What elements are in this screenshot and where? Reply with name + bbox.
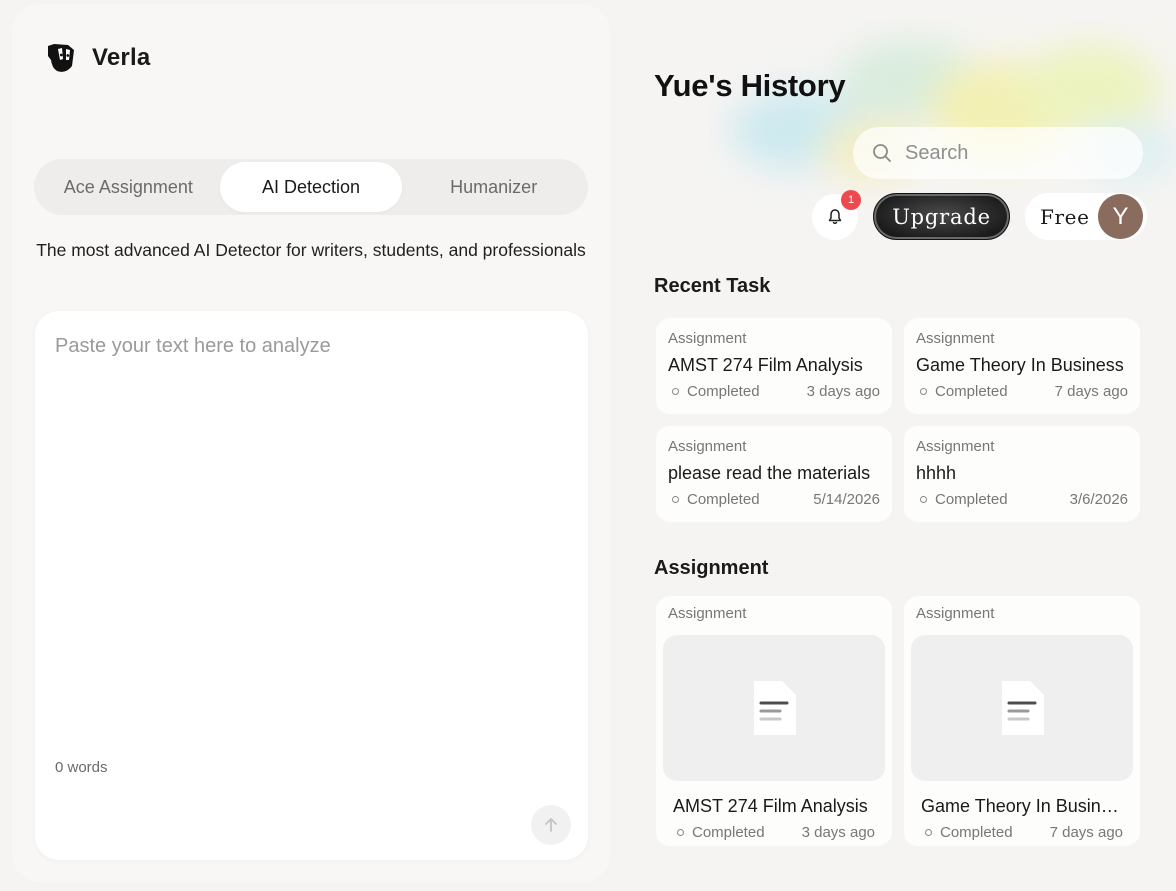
brand-name: Verla xyxy=(92,44,151,71)
app-page: Verla Ace Assignment AI Detection Humani… xyxy=(0,0,1176,891)
assignment-card[interactable]: Assignment Game Theory In Business Compl… xyxy=(904,596,1140,846)
analyze-text-input[interactable] xyxy=(55,335,565,755)
recent-task-card[interactable]: Assignment please read the materials Com… xyxy=(656,426,892,522)
history-panel: Yue's History 1 Upgrade Free Y Recent Ta… xyxy=(620,0,1176,891)
assignment-status-label: Completed xyxy=(692,824,765,841)
search-bar xyxy=(853,127,1143,179)
history-title: Yue's History xyxy=(654,68,846,103)
assignment-heading: Assignment xyxy=(654,557,769,579)
task-type: Assignment xyxy=(916,438,995,455)
assignment-type: Assignment xyxy=(668,605,747,622)
decorative-gradient xyxy=(730,40,1176,180)
avatar[interactable]: Y xyxy=(1098,194,1143,239)
task-status: Completed xyxy=(920,383,1008,400)
task-title: AMST 274 Film Analysis xyxy=(668,355,863,375)
assignment-card[interactable]: Assignment AMST 274 Film Analysis Comple… xyxy=(656,596,892,846)
brand[interactable]: Verla xyxy=(42,40,150,76)
task-date: 5/14/2026 xyxy=(813,491,880,508)
task-status-label: Completed xyxy=(687,491,760,508)
assignment-title: Game Theory In Business xyxy=(921,796,1125,816)
account-plan[interactable]: Free Y xyxy=(1025,193,1147,240)
plan-label: Free xyxy=(1040,204,1090,229)
search-icon xyxy=(873,144,891,162)
task-title: hhhh xyxy=(916,463,957,483)
assignment-thumbnail xyxy=(911,635,1133,781)
task-date: 3/6/2026 xyxy=(1069,491,1128,508)
mode-tabs: Ace Assignment AI Detection Humanizer xyxy=(34,159,588,215)
status-dot-icon xyxy=(672,496,679,503)
status-dot-icon xyxy=(920,496,927,503)
tab-humanizer[interactable]: Humanizer xyxy=(402,162,585,212)
status-dot-icon xyxy=(925,829,932,836)
word-count: 0 words xyxy=(55,759,108,776)
status-dot-icon xyxy=(677,829,684,836)
tagline: The most advanced AI Detector for writer… xyxy=(36,240,586,260)
bell-icon xyxy=(828,209,842,225)
recent-task-card[interactable]: Assignment AMST 274 Film Analysis Comple… xyxy=(656,318,892,414)
assignment-status: Completed xyxy=(925,824,1013,841)
assignment-date: 3 days ago xyxy=(801,824,875,841)
document-icon xyxy=(754,681,796,735)
notification-badge: 1 xyxy=(841,190,861,210)
task-type: Assignment xyxy=(916,330,995,347)
assignment-status: Completed xyxy=(677,824,765,841)
tab-ace-assignment[interactable]: Ace Assignment xyxy=(37,162,220,212)
assignment-title: AMST 274 Film Analysis xyxy=(673,796,868,816)
mascot-logo-icon xyxy=(48,44,74,72)
task-title: Game Theory In Business xyxy=(916,355,1124,375)
task-date: 3 days ago xyxy=(806,383,880,400)
text-editor: 0 words xyxy=(35,311,588,860)
upgrade-button[interactable]: Upgrade xyxy=(873,193,1010,240)
task-type: Assignment xyxy=(668,330,747,347)
status-dot-icon xyxy=(920,388,927,395)
task-status: Completed xyxy=(672,383,760,400)
task-status: Completed xyxy=(920,491,1008,508)
task-date: 7 days ago xyxy=(1054,383,1128,400)
task-status-label: Completed xyxy=(935,491,1008,508)
assignment-date: 7 days ago xyxy=(1049,824,1123,841)
task-status: Completed xyxy=(672,491,760,508)
recent-task-heading: Recent Task xyxy=(654,275,771,297)
detector-panel: Verla Ace Assignment AI Detection Humani… xyxy=(12,4,610,882)
assignment-thumbnail xyxy=(663,635,885,781)
task-status-label: Completed xyxy=(935,383,1008,400)
assignment-type: Assignment xyxy=(916,605,995,622)
assignment-status-label: Completed xyxy=(940,824,1013,841)
task-type: Assignment xyxy=(668,438,747,455)
task-title: please read the materials xyxy=(668,463,871,483)
search-input[interactable] xyxy=(905,141,1125,165)
recent-task-card[interactable]: Assignment Game Theory In Business Compl… xyxy=(904,318,1140,414)
status-dot-icon xyxy=(672,388,679,395)
arrow-up-icon xyxy=(545,818,557,832)
tab-ai-detection[interactable]: AI Detection xyxy=(219,162,403,212)
recent-task-card[interactable]: Assignment hhhh Completed 3/6/2026 xyxy=(904,426,1140,522)
document-icon xyxy=(1002,681,1044,735)
task-status-label: Completed xyxy=(687,383,760,400)
submit-button[interactable] xyxy=(531,805,571,845)
